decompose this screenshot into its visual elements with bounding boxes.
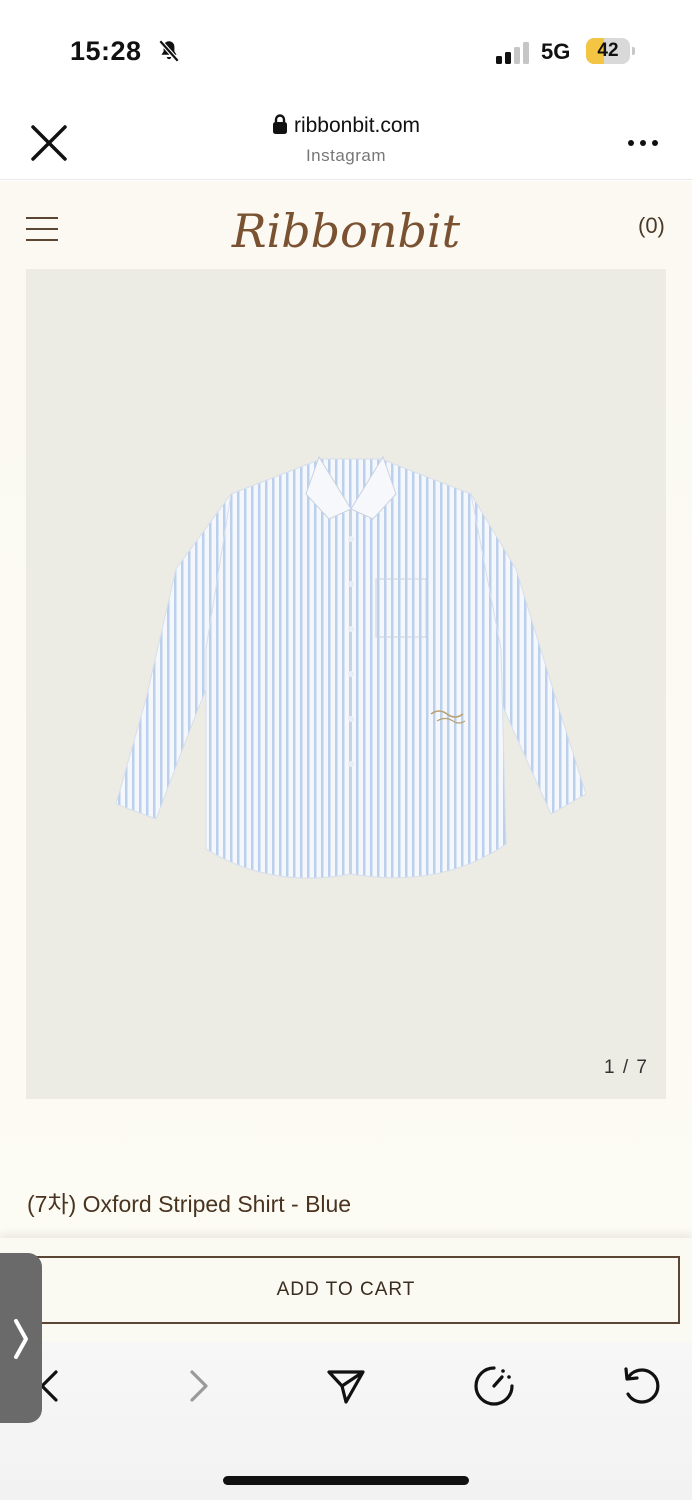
product-image-gallery[interactable]: 1 / 7 — [26, 269, 666, 1099]
home-indicator — [223, 1476, 469, 1485]
site-content: Ribbonbit (0) 1 / 7 (7차) Oxford Striped … — [0, 181, 692, 1341]
battery-icon: 42 — [586, 38, 635, 64]
logo-text: Ribbonbit — [231, 204, 461, 258]
image-counter: 1 / 7 — [604, 1057, 649, 1078]
more-icon[interactable] — [626, 138, 660, 148]
bell-slash-icon — [158, 39, 180, 63]
product-title: (7차) Oxford Striped Shirt - Blue — [27, 1191, 352, 1217]
battery-cap — [632, 47, 635, 55]
product-image — [115, 455, 586, 879]
cart-count[interactable]: (0) — [638, 213, 665, 239]
url-source: Instagram — [305, 146, 387, 165]
add-to-cart-button[interactable]: ADD TO CART — [12, 1256, 680, 1324]
status-time: 15:28 — [70, 36, 142, 66]
battery-level: 42 — [597, 40, 619, 61]
side-panel-tab[interactable] — [0, 1253, 42, 1423]
signal-icon — [496, 42, 529, 64]
side-panel-chevron-icon — [14, 1319, 28, 1359]
url-bar[interactable]: ribbonbit.com — [0, 114, 692, 138]
browser-header: ribbonbit.com Instagram — [0, 100, 692, 180]
speed-icon[interactable] — [472, 1364, 516, 1408]
url-domain: ribbonbit.com — [293, 114, 421, 137]
lock-icon — [272, 114, 287, 134]
forward-icon[interactable] — [176, 1364, 220, 1408]
add-to-cart-bar: ADD TO CART — [0, 1238, 692, 1342]
hamburger-menu-icon[interactable] — [26, 217, 58, 241]
status-bar: 15:28 5G 42 — [0, 0, 692, 100]
site-logo[interactable]: Ribbonbit — [200, 191, 492, 263]
network-type: 5G — [541, 39, 571, 64]
reload-icon[interactable] — [620, 1364, 664, 1408]
share-icon[interactable] — [324, 1364, 368, 1408]
